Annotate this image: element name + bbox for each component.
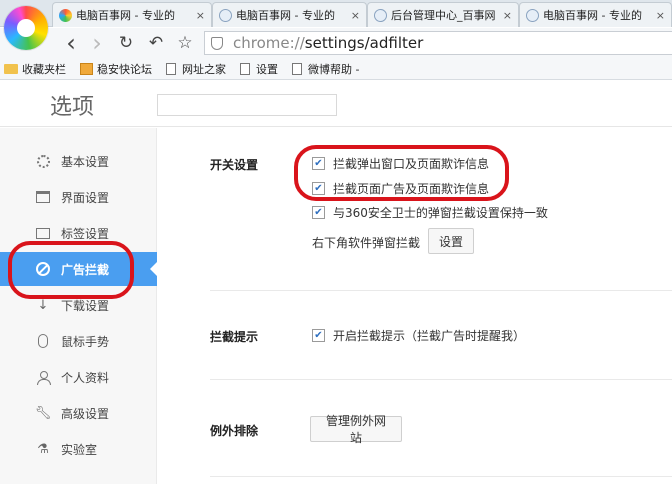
sidebar-item-label: 广告拦截 — [61, 262, 110, 277]
bookmarks-bar: 收藏夹栏 稳安快论坛 网址之家 设置 微博帮助 - — [0, 58, 672, 80]
block-icon — [36, 262, 50, 276]
window-icon — [36, 190, 50, 204]
checkbox-block-page-ads[interactable]: ✔ 拦截页面广告及页面欺诈信息 — [312, 180, 489, 197]
forward-button-icon[interactable]: › — [86, 29, 108, 57]
tab[interactable]: 电脑百事网 - 专业的 × — [52, 2, 212, 27]
tab-strip: 电脑百事网 - 专业的 × 电脑百事网 - 专业的 × 后台管理中心_百事网 ×… — [0, 0, 672, 27]
user-icon — [36, 370, 51, 385]
sidebar-item-lab[interactable]: ⚗︎ 实验室 — [0, 432, 157, 466]
adfilter-settings-panel: 开关设置 ✔ 拦截弹出窗口及页面欺诈信息 ✔ 拦截页面广告及页面欺诈信息 ✔ 与… — [158, 128, 672, 484]
tab-title: 电脑百事网 - 专业的 — [543, 9, 642, 22]
section-label-switch: 开关设置 — [210, 158, 259, 172]
checkbox-checked-icon[interactable]: ✔ — [312, 157, 325, 170]
site-favicon-icon — [526, 8, 539, 22]
checkbox-checked-icon[interactable]: ✔ — [312, 182, 325, 195]
site-favicon-icon — [219, 8, 232, 22]
tab[interactable]: 电脑百事网 - 专业的 × — [212, 2, 367, 27]
sidebar-item-label: 标签设置 — [61, 226, 110, 241]
sidebar-item-gestures[interactable]: 鼠标手势 — [0, 324, 157, 358]
manage-exceptions-button[interactable]: 管理例外网站 — [310, 414, 402, 445]
site-favicon-icon — [374, 8, 387, 22]
checkbox-block-tip[interactable]: ✔ 开启拦截提示（拦截广告时提醒我） — [312, 327, 525, 344]
page-title: 选项 — [50, 95, 95, 120]
bookmark-label: 微博帮助 - — [308, 62, 360, 76]
section-label-exception: 例外排除 — [210, 424, 259, 438]
wrench-icon: 🔧︎ — [34, 405, 52, 421]
page-icon — [240, 62, 250, 75]
tab-title: 电脑百事网 - 专业的 — [76, 9, 175, 22]
checkbox-sync-360[interactable]: ✔ 与360安全卫士的弹窗拦截设置保持一致 — [312, 204, 548, 221]
settings-sidebar: 基本设置 界面设置 标签设置 广告拦截 ↓ 下载设置 鼠标手势 个人资料 🔧︎ … — [0, 128, 157, 484]
checkbox-checked-icon[interactable]: ✔ — [312, 206, 325, 219]
checkbox-label: 开启拦截提示（拦截广告时提醒我） — [333, 329, 526, 343]
tab[interactable]: 电脑百事网 - 专业的 × — [519, 2, 672, 27]
sidebar-item-basic[interactable]: 基本设置 — [0, 144, 157, 178]
bookmark-item[interactable]: 设置 — [240, 61, 278, 77]
download-icon: ↓ — [37, 297, 49, 313]
checkbox-label: 与360安全卫士的弹窗拦截设置保持一致 — [333, 206, 548, 220]
sidebar-item-label: 个人资料 — [61, 370, 110, 385]
sidebar-item-label: 基本设置 — [61, 154, 110, 169]
gear-icon — [36, 154, 50, 168]
reload-button-icon[interactable]: ↻ — [115, 32, 137, 54]
mouse-icon — [36, 334, 50, 348]
address-bar[interactable]: chrome:// settings/adfilter — [204, 31, 672, 55]
section-divider — [210, 379, 672, 380]
folder-icon — [4, 63, 18, 74]
sidebar-item-download[interactable]: ↓ 下载设置 — [0, 288, 157, 322]
settings-header: 选项 — [0, 81, 672, 127]
url-path: settings/adfilter — [304, 34, 424, 52]
page-icon — [166, 62, 176, 75]
checkbox-checked-icon[interactable]: ✔ — [312, 329, 325, 342]
section-divider — [210, 476, 672, 477]
tab-icon — [36, 226, 50, 240]
sidebar-item-label: 鼠标手势 — [61, 334, 110, 349]
tab-close-icon[interactable]: × — [196, 9, 205, 22]
undo-button-icon[interactable]: ↶ — [145, 32, 167, 54]
navigation-toolbar: ‹ › ↻ ↶ ☆ chrome:// settings/adfilter — [0, 28, 672, 58]
bookmark-label: 设置 — [256, 62, 278, 76]
back-button-icon[interactable]: ‹ — [60, 29, 82, 57]
corner-popup-settings-button[interactable]: 设置 — [428, 228, 474, 254]
tab-close-icon[interactable]: × — [656, 9, 665, 22]
sidebar-item-advanced[interactable]: 🔧︎ 高级设置 — [0, 396, 157, 430]
tab-title: 后台管理中心_百事网 — [391, 9, 496, 22]
sidebar-item-adblock[interactable]: 广告拦截 — [0, 252, 157, 286]
checkbox-label: 拦截弹出窗口及页面欺诈信息 — [333, 157, 490, 171]
section-label-tip: 拦截提示 — [210, 330, 259, 344]
sidebar-item-label: 下载设置 — [61, 298, 110, 313]
bookmark-folder[interactable]: 收藏夹栏 — [4, 61, 66, 77]
browser-logo-icon[interactable] — [4, 6, 48, 50]
sidebar-item-profile[interactable]: 个人资料 — [0, 360, 157, 394]
bookmark-label: 网址之家 — [182, 62, 226, 76]
tab-close-icon[interactable]: × — [503, 9, 512, 22]
shield-icon — [211, 36, 223, 50]
sidebar-item-label: 高级设置 — [61, 406, 110, 421]
checkbox-label: 拦截页面广告及页面欺诈信息 — [333, 182, 490, 196]
tab-close-icon[interactable]: × — [351, 9, 360, 22]
bookmark-label: 收藏夹栏 — [22, 62, 66, 76]
corner-popup-label: 右下角软件弹窗拦截 — [312, 236, 421, 250]
page-icon — [292, 62, 302, 75]
sidebar-item-label: 实验室 — [61, 442, 98, 457]
bookmark-item[interactable]: 微博帮助 - — [292, 61, 359, 77]
tab[interactable]: 后台管理中心_百事网 × — [367, 2, 519, 27]
sidebar-item-tabs[interactable]: 标签设置 — [0, 216, 157, 250]
sidebar-item-interface[interactable]: 界面设置 — [0, 180, 157, 214]
bookmark-star-icon[interactable]: ☆ — [174, 32, 196, 54]
settings-search-input[interactable] — [157, 94, 337, 116]
bookmark-item[interactable]: 网址之家 — [166, 61, 226, 77]
checkbox-block-popups[interactable]: ✔ 拦截弹出窗口及页面欺诈信息 — [312, 155, 489, 172]
sidebar-item-label: 界面设置 — [61, 190, 110, 205]
site-image-icon — [80, 62, 93, 75]
tab-title: 电脑百事网 - 专业的 — [236, 9, 335, 22]
site-favicon-icon — [59, 8, 72, 22]
section-divider — [210, 290, 672, 291]
url-scheme: chrome:// — [233, 34, 305, 52]
bookmark-label: 稳安快论坛 — [97, 62, 152, 76]
flask-icon: ⚗︎ — [37, 441, 49, 457]
bookmark-item[interactable]: 稳安快论坛 — [80, 61, 152, 77]
